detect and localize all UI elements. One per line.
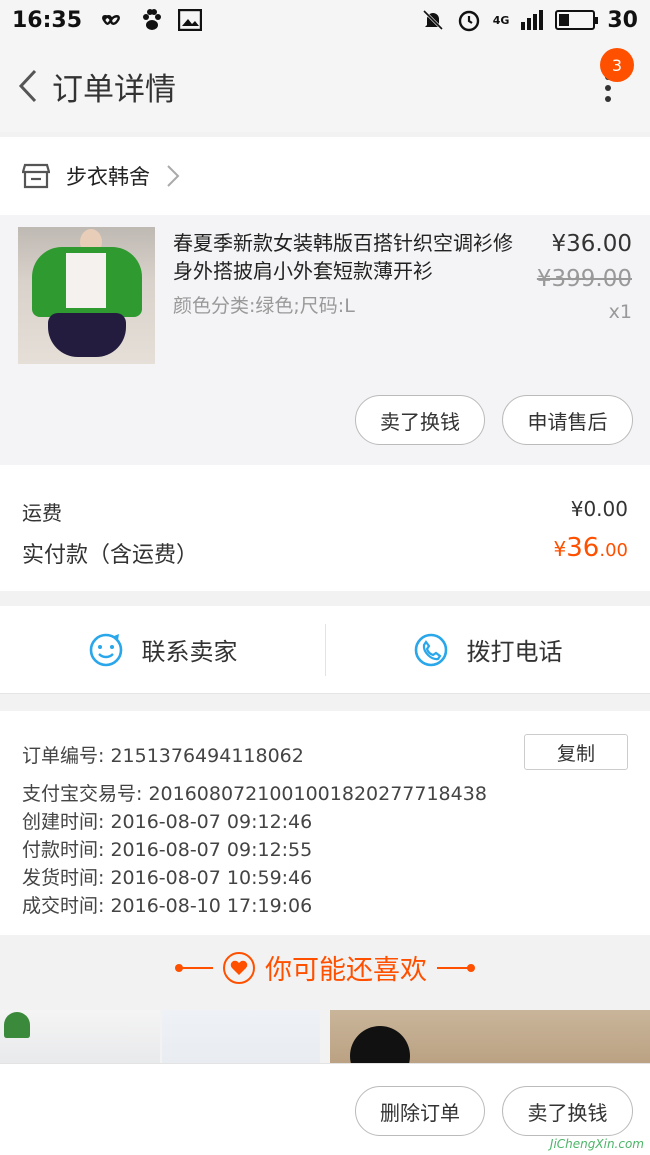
baidu-paw-icon — [143, 9, 162, 30]
back-button[interactable] — [6, 64, 50, 108]
cost-summary: 运费 ¥0.00 实付款（含运费） ¥36.00 — [0, 465, 650, 591]
sell-for-cash-button[interactable]: 卖了换钱 — [355, 395, 485, 445]
closed-time-row: 成交时间: 2016-08-10 17:19:06 — [22, 895, 313, 917]
contact-seller-button[interactable]: 联系卖家 — [0, 606, 325, 693]
recommend-title: 你可能还喜欢 — [265, 955, 427, 986]
product-sku: 颜色分类:绿色;尺码:L — [173, 295, 355, 317]
created-time-row: 创建时间: 2016-08-07 09:12:46 — [22, 811, 313, 833]
store-icon — [22, 163, 50, 189]
status-bar: 16:35 4G 30 — [0, 0, 650, 40]
infinity-icon — [102, 15, 120, 25]
shop-name: 步衣韩舍 — [66, 165, 150, 189]
paid-time-row: 付款时间: 2016-08-07 09:12:55 — [22, 839, 313, 861]
product-thumbnail[interactable] — [18, 227, 155, 364]
product-original-price: ¥399.00 — [536, 266, 632, 292]
shop-row[interactable]: 步衣韩舍 — [0, 137, 650, 215]
order-info: 订单编号: 2151376494118062 支付宝交易号: 201608072… — [0, 711, 650, 935]
watermark-text: JiChengXin.com — [549, 1137, 644, 1151]
order-number-row: 订单编号: 2151376494118062 — [22, 745, 304, 767]
dot-icon — [605, 96, 611, 102]
paid-label: 实付款（含运费） — [22, 543, 199, 568]
shipping-value: ¥0.00 — [570, 497, 628, 521]
battery-level: 30 — [607, 7, 638, 33]
recommend-list — [0, 1010, 650, 1070]
alarm-icon — [458, 10, 479, 32]
product-title: 春夏季新款女装韩版百搭针织空调衫修身外搭披肩小外套短款薄开衫 — [173, 231, 513, 283]
bottom-action-bar: 删除订单 卖了换钱 JiChengXin.com — [0, 1063, 650, 1155]
after-sale-button[interactable]: 申请售后 — [502, 395, 633, 445]
signal-icon — [521, 10, 544, 30]
sell-for-cash-button-bottom[interactable]: 卖了换钱 — [502, 1086, 633, 1136]
product-card[interactable]: 春夏季新款女装韩版百搭针织空调衫修身外搭披肩小外套短款薄开衫 颜色分类:绿色;尺… — [0, 215, 650, 465]
image-icon — [178, 9, 203, 31]
status-time: 16:35 — [12, 7, 83, 33]
notification-badge: 3 — [600, 48, 634, 82]
chat-smile-icon — [89, 633, 122, 666]
paid-amount: ¥36.00 — [553, 533, 628, 563]
mute-bell-icon — [422, 9, 443, 31]
shipping-label: 运费 — [22, 501, 62, 525]
product-price: ¥36.00 — [551, 231, 632, 257]
network-label: 4G — [492, 13, 510, 27]
chevron-left-icon — [18, 69, 37, 103]
recommend-item[interactable] — [330, 1010, 650, 1070]
contact-seller-label: 联系卖家 — [141, 638, 238, 666]
product-quantity: x1 — [608, 301, 632, 323]
page-title: 订单详情 — [52, 71, 176, 108]
heart-icon — [223, 951, 255, 984]
delete-order-button[interactable]: 删除订单 — [355, 1086, 485, 1136]
recommend-item[interactable] — [0, 1010, 160, 1070]
phone-icon — [414, 633, 447, 666]
shipped-time-row: 发货时间: 2016-08-07 10:59:46 — [22, 867, 313, 889]
chevron-right-icon — [167, 165, 180, 187]
call-phone-button[interactable]: 拨打电话 — [325, 606, 650, 693]
battery-icon — [555, 10, 599, 30]
call-phone-label: 拨打电话 — [466, 638, 563, 666]
alipay-trade-row: 支付宝交易号: 2016080721001001820277718438 — [22, 783, 487, 805]
nav-bar: 订单详情 3 — [0, 40, 650, 132]
copy-button[interactable]: 复制 — [524, 734, 628, 770]
recommend-header: 你可能还喜欢 — [0, 935, 650, 1000]
contact-bar: 联系卖家 拨打电话 — [0, 606, 650, 694]
recommend-item[interactable] — [162, 1010, 320, 1070]
dot-icon — [605, 85, 611, 91]
